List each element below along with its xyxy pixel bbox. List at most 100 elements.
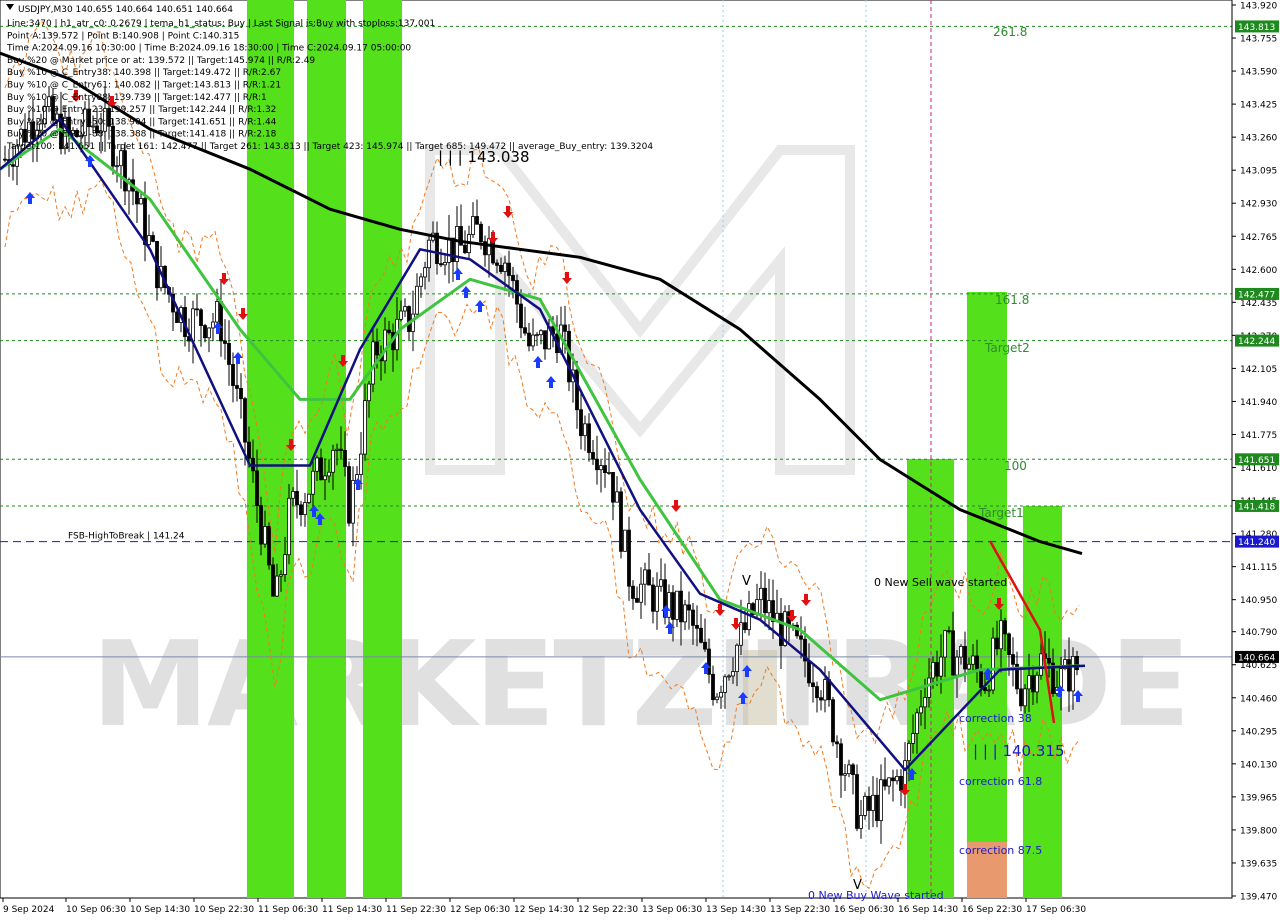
y-tick-label: 142.600 (1240, 266, 1277, 276)
candle-body (1075, 655, 1079, 671)
candle-body (311, 470, 315, 495)
candle-body (319, 457, 323, 481)
candle-body (363, 400, 367, 455)
candle-body (123, 150, 127, 192)
candle-body (383, 329, 387, 362)
candle-body (503, 262, 507, 272)
candle-body (495, 262, 499, 266)
candle-body (367, 383, 371, 402)
candle-body (927, 677, 931, 698)
x-tick-label: 11 Sep 22:30 (386, 905, 446, 915)
candle-body (351, 480, 355, 524)
y-tick-label: 142.930 (1240, 200, 1277, 210)
x-tick-label: 12 Sep 14:30 (514, 905, 574, 915)
candle-body (879, 779, 883, 822)
candle-body (635, 598, 639, 603)
fib-label-261: 261.8 (993, 25, 1027, 39)
candle-body (931, 661, 935, 679)
candle-body (1039, 653, 1043, 676)
y-tick-label: 139.800 (1240, 826, 1277, 836)
candle-body (475, 216, 479, 225)
candle-body (799, 635, 803, 640)
candle-body (303, 502, 307, 516)
info-line: Target100: 141.651 || Target 161: 142.47… (6, 142, 653, 152)
y-tick-label: 140.130 (1240, 760, 1277, 770)
candle-body (587, 423, 591, 453)
candle-body (831, 699, 835, 743)
candle-body (995, 637, 999, 650)
candle-body (115, 165, 119, 168)
candle-body (603, 465, 607, 474)
info-line: Buy %20 @ Entry -50: 138.904 || Target:1… (7, 117, 277, 127)
candle-body (579, 409, 583, 437)
candle-body (615, 491, 619, 503)
candle-body (1019, 688, 1023, 707)
candle-body (599, 465, 603, 471)
candle-body (275, 575, 279, 597)
candle-body (531, 334, 535, 347)
y-tick-label: 139.965 (1240, 793, 1277, 803)
candle-body (147, 235, 151, 245)
candle-body (607, 472, 611, 474)
candle-body (215, 301, 219, 323)
info-line: Buy %20 @ Entry -88: 138.388 || Target:1… (7, 130, 277, 140)
candle-body (563, 324, 567, 332)
candle-body (1031, 675, 1035, 693)
candle-body (979, 669, 983, 688)
candle-body (959, 646, 963, 658)
candle-body (695, 624, 699, 629)
y-tick-label: 140.295 (1240, 727, 1277, 737)
sell-wave-label: 0 New Sell wave started (874, 576, 1007, 589)
candle-body (671, 592, 675, 620)
candle-body (271, 564, 275, 597)
candle-body (1047, 658, 1051, 664)
candle-body (811, 682, 815, 687)
candle-body (175, 311, 179, 323)
x-tick-label: 9 Sep 2024 (3, 905, 55, 915)
candle-body (323, 475, 327, 481)
candle-body (283, 554, 287, 575)
x-tick-label: 13 Sep 14:30 (706, 905, 766, 915)
candle-body (967, 663, 971, 670)
candle-body (1003, 620, 1007, 635)
y-axis: 143.920 143.755 143.590 143.425 143.260 143.0… (1231, 0, 1279, 903)
candle-body (975, 655, 979, 671)
candle-body (1035, 674, 1039, 693)
level-price-tag-label: 142.477 (1238, 290, 1275, 300)
candle-body (627, 529, 631, 587)
price-marker-bottom: | | | 140.315 (973, 742, 1065, 760)
candle-body (807, 660, 811, 684)
candle-body (443, 262, 447, 266)
green-band (967, 292, 1007, 898)
buy-wave-label: 0 New Buy Wave started (808, 889, 944, 902)
candle-body (371, 341, 375, 385)
x-tick-label: 10 Sep 22:30 (194, 905, 254, 915)
candle-body (207, 327, 211, 339)
x-tick-label: 10 Sep 06:30 (66, 905, 126, 915)
candle-body (743, 622, 747, 631)
candle-body (399, 310, 403, 320)
candle-body (527, 332, 531, 347)
candle-body (287, 497, 291, 556)
candle-body (583, 423, 587, 437)
candle-body (951, 630, 955, 676)
candle-body (1027, 675, 1031, 690)
candle-body (439, 263, 443, 266)
candle-body (971, 655, 975, 665)
candle-body (419, 276, 423, 287)
candle-body (875, 794, 879, 822)
info-line: Buy %10 @ C_Entry61: 140.082 || Target:1… (7, 81, 281, 91)
info-line: Buy %10 @ Entry -23: 139.257 || Target:1… (7, 105, 276, 115)
y-tick-label: 141.775 (1240, 431, 1277, 441)
candle-body (939, 656, 943, 677)
candle-body (1023, 688, 1027, 707)
candle-body (523, 327, 527, 334)
candle-body (715, 696, 719, 701)
y-tick-label: 140.460 (1240, 694, 1277, 704)
candle-body (991, 637, 995, 691)
info-line: Line:3470 | h1_atr_c0: 0.2679 | tema_h1_… (7, 19, 435, 29)
y-tick-label: 139.470 (1240, 893, 1277, 903)
candle-body (591, 452, 595, 460)
correction-38-label: correction 38 (959, 712, 1032, 725)
y-tick-label: 143.260 (1240, 134, 1277, 144)
